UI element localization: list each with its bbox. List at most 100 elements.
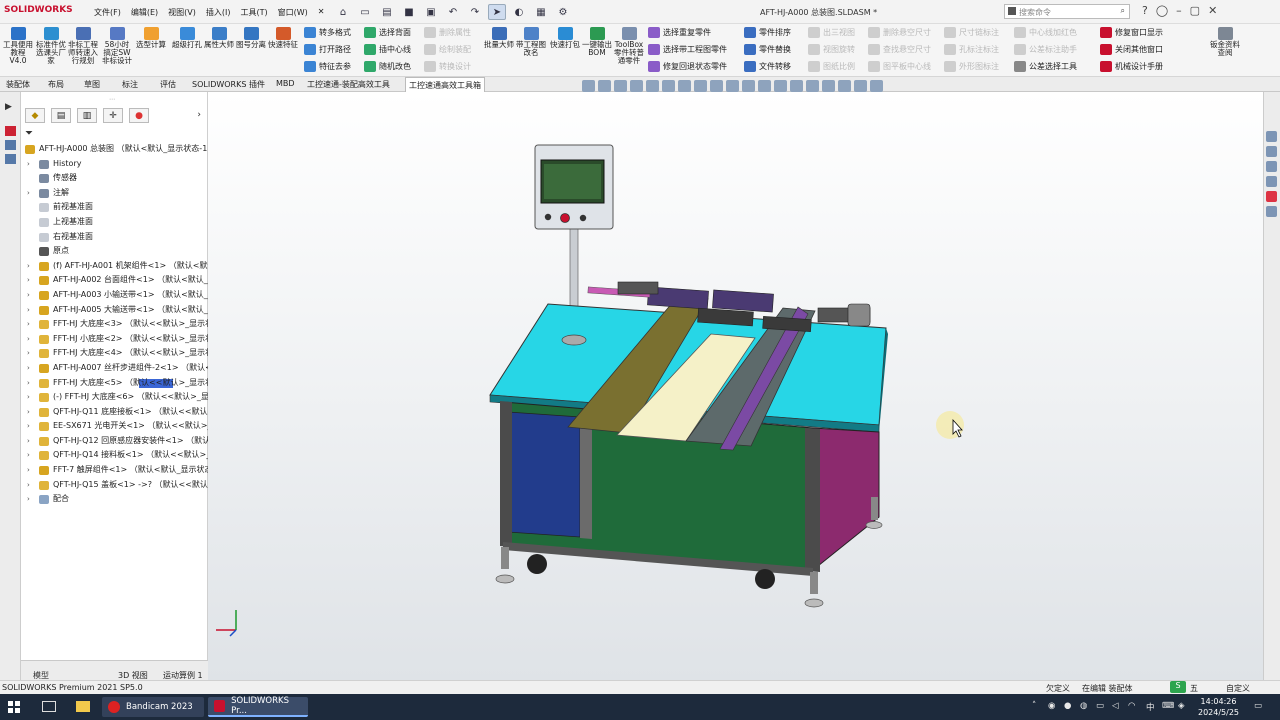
monitor-icon[interactable] [774, 80, 787, 92]
ribbon-cmd-1-9[interactable]: 关闭其他窗口 [1100, 44, 1163, 55]
expand-arrow-icon[interactable]: › [27, 186, 30, 201]
start-windows-icon[interactable] [8, 701, 20, 713]
view-settings-icon[interactable] [742, 80, 755, 92]
ribbon-cmd-0-4[interactable]: 零件排序 [744, 27, 791, 38]
tab-8[interactable]: 工控速通-装配高效工具 [305, 79, 392, 90]
panel-collapse-icon[interactable]: ⋯ [109, 96, 115, 103]
ribbon-cmd-2-2[interactable]: 转换设计 [424, 61, 471, 72]
ime-mode[interactable]: 五 [1190, 683, 1198, 694]
expand-arrow-icon[interactable]: › [27, 317, 30, 332]
options-gear-icon[interactable]: ⚙ [554, 4, 572, 20]
apply-scene-icon[interactable] [726, 80, 739, 92]
tab-3[interactable]: 草图 [82, 79, 102, 90]
expand-arrow-icon[interactable]: › [27, 390, 30, 405]
ribbon-tool-5[interactable]: 选型计算 [136, 27, 166, 49]
expand-arrow-icon[interactable]: ▶ [5, 102, 15, 112]
render-tools-icon[interactable] [758, 80, 771, 92]
ribbon-cmd-0-6[interactable]: 删除悬空尺寸 [868, 27, 931, 38]
tree-node[interactable]: › AFT-HJ-A007 丝杆步进组件-2<1> （默认< [21, 361, 208, 376]
tray-network-icon[interactable]: ▭ [1096, 701, 1104, 711]
ime-s-icon[interactable]: S [1170, 681, 1186, 693]
tree-node[interactable]: › History [21, 157, 208, 172]
tray-volume-icon[interactable]: ◁ [1112, 701, 1119, 711]
ribbon-cmd-2-8[interactable]: 公差选择工具 [1014, 61, 1077, 72]
notification-icon[interactable]: ▭ [1254, 701, 1262, 711]
tree-node[interactable]: › 配合 [21, 492, 208, 507]
ribbon-tool-4[interactable]: 58小时搞定SW非标设计 [102, 27, 132, 65]
file-explorer-taskbar-icon[interactable] [76, 701, 90, 712]
configuration-tab-icon[interactable]: ▥ [77, 108, 97, 123]
tree-node[interactable]: › QFT-HJ-Q11 底座接板<1> （默认<<默认>_ [21, 405, 208, 420]
tree-node[interactable]: 右视基准面 [21, 230, 208, 245]
expand-arrow-icon[interactable]: › [27, 419, 30, 434]
undo-icon[interactable]: ↶ [444, 4, 462, 20]
tree-node[interactable]: › QFT-HJ-Q12 回原感应器安装件<1> （默认 [21, 434, 208, 449]
tree-node[interactable]: › FFT-7 触屏组件<1> （默认<默认_显示状态 [21, 463, 208, 478]
open-icon[interactable]: ▤ [378, 4, 396, 20]
filter-icon[interactable]: ⏷ [25, 128, 33, 139]
expand-arrow-icon[interactable]: › [27, 303, 30, 318]
tray-ime-icon[interactable]: ⌨ [1162, 701, 1174, 711]
menu-tools[interactable]: 工具(T) [240, 7, 267, 18]
menu-window[interactable]: 窗口(W) [278, 7, 308, 18]
ribbon-tool-1[interactable]: 工具便用教程V4.0 [3, 27, 33, 65]
ribbon-cmd-1-5[interactable]: 视图旋转 [808, 44, 855, 55]
dynamic-annotation-icon[interactable] [646, 80, 659, 92]
tab-6[interactable]: SOLIDWORKS 插件 [190, 79, 267, 90]
menu-insert[interactable]: 插入(I) [206, 7, 231, 18]
filter-pane-icon[interactable] [5, 154, 16, 164]
tab-5[interactable]: 评估 [158, 79, 178, 90]
tree-node[interactable]: › (f) AFT-HJ-A001 机架组件<1> （默认<默认 [21, 259, 208, 274]
ribbon-cmd-1-3[interactable]: 选择带工程图零件 [648, 44, 727, 55]
tray-app-icon-3[interactable]: ◈ [1178, 701, 1185, 711]
menu-view[interactable]: 视图(V) [168, 7, 196, 18]
viewport-split-icon[interactable]: ▭ [1181, 92, 1190, 94]
zoom-area-icon[interactable] [598, 80, 611, 92]
tree-node[interactable]: 上视基准面 [21, 215, 208, 230]
ribbon-tool-14[interactable]: ToolBox零件转普通零件 [614, 27, 644, 65]
tree-node[interactable]: › FFT-HJ 大底座<4> （默认<<默认>_显示状 [21, 346, 208, 361]
design-library-icon[interactable] [1266, 146, 1277, 157]
ribbon-cmd-1-2[interactable]: 绘制装配 [424, 44, 471, 55]
ribbon-cmd-0-2[interactable]: 删除属性 [424, 27, 471, 38]
ribbon-cmd-0-0[interactable]: 转多格式 [304, 27, 351, 38]
hide-show-icon[interactable] [694, 80, 707, 92]
ribbon-cmd-1-7[interactable]: 孔标注标注 [944, 44, 999, 55]
tray-record-icon[interactable]: ● [1064, 701, 1071, 711]
tab-9[interactable]: 工控速通高效工具箱 [405, 77, 485, 92]
tree-node[interactable]: › FFT-HJ 大底座<3> （默认<<默认>_显示状 [21, 317, 208, 332]
ribbon-cmd-0-7[interactable]: 尺寸链标注 [944, 27, 999, 38]
expand-arrow-icon[interactable]: › [27, 288, 30, 303]
ribbon-cmd-2-6[interactable]: 图平板中心线 [868, 61, 931, 72]
user-icon[interactable]: ◯ [1156, 4, 1168, 17]
tree-node[interactable]: › 注解 [21, 186, 208, 201]
ribbon-cmd-2-1[interactable]: 随机改色 [364, 61, 411, 72]
tree-node[interactable]: › QFT-HJ-Q14 接料板<1> （默认<<默认>_显 [21, 448, 208, 463]
extra-view-icon-3[interactable] [838, 80, 851, 92]
select-icon[interactable]: ➤ [488, 4, 506, 20]
menu-edit[interactable]: 编辑(E) [131, 7, 158, 18]
tree-node[interactable]: 传感器 [21, 171, 208, 186]
view-palette-icon[interactable] [1266, 176, 1277, 187]
expand-arrow-icon[interactable]: › [27, 157, 30, 172]
appearance-tab-icon[interactable]: ● [129, 108, 149, 123]
ribbon-tool-12[interactable]: 快速打包 [550, 27, 580, 49]
view-orientation-icon[interactable] [662, 80, 675, 92]
appearances-icon[interactable] [1266, 191, 1277, 202]
tree-node[interactable]: 前视基准面 [21, 200, 208, 215]
tray-ime-language[interactable]: 中 [1146, 701, 1155, 713]
record-icon[interactable] [5, 126, 16, 136]
ribbon-tool-3[interactable]: 非标工程师转速入行规划 [68, 27, 98, 65]
ribbon-tool-10[interactable]: 批量大师 [484, 27, 514, 49]
expand-arrow-icon[interactable]: › [27, 448, 30, 463]
ribbon-tool-15[interactable]: 钣金资料查阅 [1210, 27, 1240, 57]
tray-app-icon-2[interactable]: ◍ [1080, 701, 1087, 711]
extra-view-icon-2[interactable] [822, 80, 835, 92]
viewport-close-icon[interactable]: ✕ [1247, 92, 1255, 94]
property-manager-tab-icon[interactable]: ▤ [51, 108, 71, 123]
ribbon-cmd-0-9[interactable]: 修复窗口显示 [1100, 27, 1163, 38]
status-units[interactable]: 自定义 [1226, 683, 1250, 694]
display-pane-icon[interactable] [5, 140, 16, 150]
ribbon-cmd-2-5[interactable]: 图纸比例 [808, 61, 855, 72]
menu-file[interactable]: 文件(F) [94, 7, 121, 18]
